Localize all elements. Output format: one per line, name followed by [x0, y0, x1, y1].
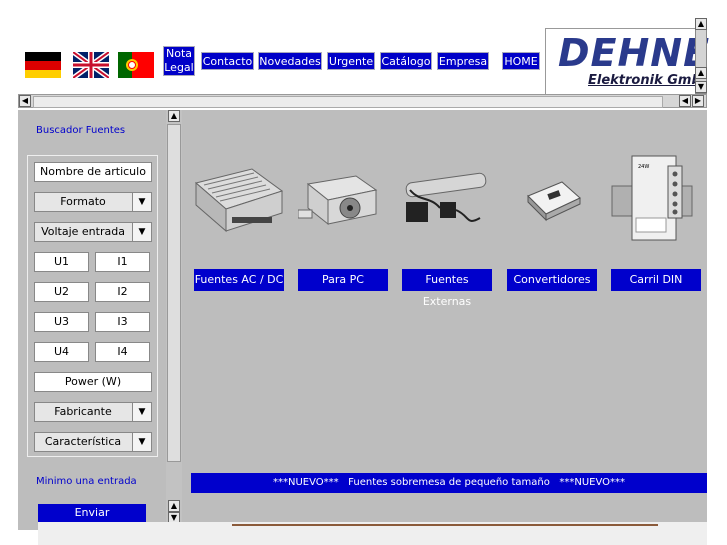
i3-field[interactable]: I3 [95, 312, 150, 332]
converter-module-image[interactable] [522, 178, 584, 222]
external-power-supply-image[interactable] [400, 168, 496, 230]
scroll-up-icon[interactable]: ▲ [168, 110, 180, 122]
logo-main-text: DEHNE [558, 31, 711, 75]
caracteristica-label: Característica [44, 435, 122, 448]
scroll-right-icon[interactable]: ▶ [692, 95, 704, 107]
scroll-up-icon-2[interactable]: ▲ [695, 67, 707, 79]
u2-field[interactable]: U2 [34, 282, 89, 302]
pc-power-supply-image[interactable] [297, 170, 380, 230]
nota-legal-line1: Nota [165, 47, 192, 60]
nav-novedades[interactable]: Novedades [258, 52, 322, 70]
nav-home[interactable]: HOME [502, 52, 540, 70]
scroll-left-icon[interactable]: ◀ [19, 95, 31, 107]
uk-flag-icon[interactable] [71, 49, 111, 81]
i1-field[interactable]: I1 [95, 252, 150, 272]
category-din-rail[interactable]: Carril DIN [611, 269, 701, 291]
din-rail-module-image[interactable]: 24W [610, 152, 694, 244]
ac-dc-power-supply-image[interactable] [192, 165, 284, 235]
fabricante-select[interactable]: Fabricante ▼ [34, 402, 152, 422]
chevron-down-icon[interactable]: ▼ [132, 223, 151, 241]
caracteristica-select[interactable]: Característica ▼ [34, 432, 152, 452]
horizontal-scroll-thumb[interactable] [33, 96, 663, 108]
nav-empresa[interactable]: Empresa [437, 52, 489, 70]
sidebar-scroll-thumb[interactable] [167, 124, 181, 462]
nota-legal-line2: Legal [164, 61, 194, 74]
nav-catalogo[interactable]: Catálogo [380, 52, 432, 70]
sidebar-title: Buscador Fuentes [36, 125, 126, 136]
scroll-left-icon-2[interactable]: ◀ [679, 95, 691, 107]
svg-text:24W: 24W [638, 164, 649, 170]
fabricante-label: Fabricante [54, 405, 112, 418]
power-field[interactable]: Power (W) [34, 372, 152, 392]
nota-legal-link[interactable]: Nota Legal [163, 46, 195, 76]
u1-field[interactable]: U1 [34, 252, 89, 272]
i2-field[interactable]: I2 [95, 282, 150, 302]
nav-contacto[interactable]: Contacto [201, 52, 254, 70]
article-name-field[interactable]: Nombre de articulo [34, 162, 152, 182]
banner-vertical-scrollbar[interactable]: ▲ ▲ ▼ [695, 18, 707, 94]
logo-sub-text: Elektronik Gmb [588, 73, 701, 88]
formato-select[interactable]: Formato ▼ [34, 192, 152, 212]
chevron-down-icon[interactable]: ▼ [132, 403, 151, 421]
formato-label: Formato [60, 195, 106, 208]
chevron-down-icon[interactable]: ▼ [132, 193, 151, 211]
sidebar-vertical-scrollbar[interactable]: ▲ ▲ ▼ [166, 110, 182, 530]
horizontal-scrollbar[interactable]: ◀ ◀ ▶ [18, 94, 707, 108]
german-flag-icon[interactable] [25, 52, 61, 78]
category-pc[interactable]: Para PC [298, 269, 388, 291]
category-ac-dc[interactable]: Fuentes AC / DC [194, 269, 284, 291]
u3-field[interactable]: U3 [34, 312, 89, 332]
scroll-down-icon[interactable]: ▼ [695, 81, 707, 93]
portugal-flag-icon[interactable] [118, 52, 154, 78]
nav-urgente[interactable]: Urgente [327, 52, 375, 70]
chevron-down-icon[interactable]: ▼ [132, 433, 151, 451]
submit-button[interactable]: Enviar [38, 504, 146, 522]
company-logo[interactable]: DEHNE Elektronik Gmb [545, 28, 709, 95]
i4-field[interactable]: I4 [95, 342, 150, 362]
voltaje-label: Voltaje entrada [41, 225, 125, 238]
scroll-up-icon[interactable]: ▲ [695, 18, 707, 30]
voltaje-select[interactable]: Voltaje entrada ▼ [34, 222, 152, 242]
minimum-entry-note: Minimo una entrada [36, 476, 137, 487]
category-external[interactable]: Fuentes Externas [402, 269, 492, 308]
scroll-up-icon-2[interactable]: ▲ [168, 500, 180, 512]
category-converters[interactable]: Convertidores [507, 269, 597, 291]
bottom-area [38, 522, 707, 545]
bottom-divider [232, 524, 658, 526]
news-ticker[interactable]: ***NUEVO*** Fuentes sobremesa de pequeño… [191, 473, 707, 493]
u4-field[interactable]: U4 [34, 342, 89, 362]
